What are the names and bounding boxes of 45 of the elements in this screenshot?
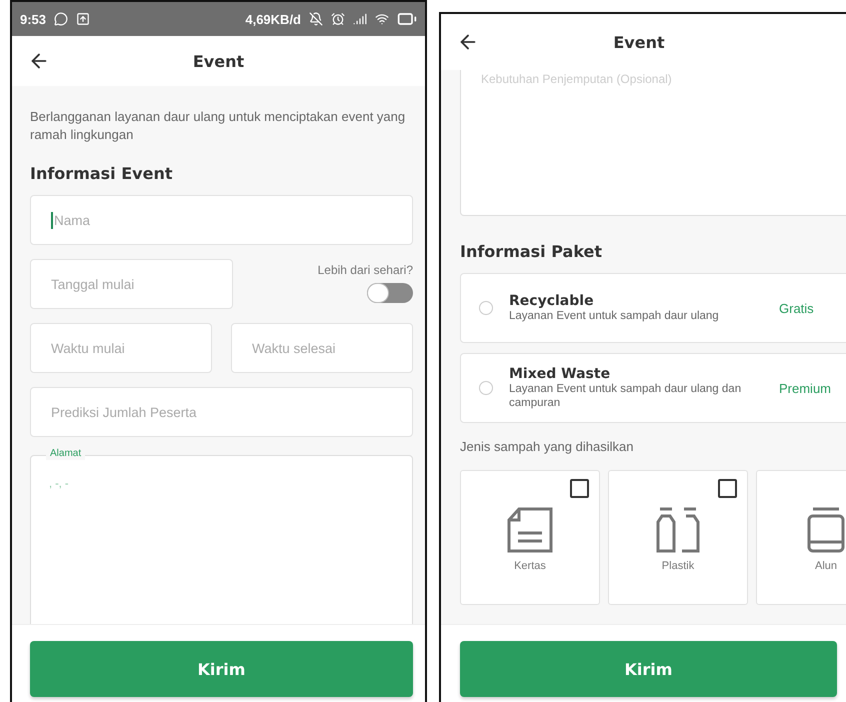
waste-tile[interactable]: Plastik [608,470,748,605]
waste-tile[interactable]: Alun [756,470,846,605]
checkbox[interactable] [718,479,737,498]
document-icon [505,506,555,554]
alarm-icon [331,12,345,26]
wifi-icon [375,12,389,26]
signal-icon [353,12,367,26]
page-title: Event [613,32,665,52]
upload-icon [76,12,90,26]
package-option[interactable]: Recyclable Layanan Event untuk sampah daur ulang Gratis [460,273,846,343]
address-field[interactable]: , -, - [30,455,413,624]
radio-button[interactable] [479,301,493,315]
package-option[interactable]: Mixed Waste Layanan Event untuk sampah daur ulang dan campuran Premium [460,353,846,423]
start-date-field[interactable]: Tanggal mulai [30,259,233,309]
checkbox[interactable] [570,479,589,498]
end-time-field[interactable]: Waktu selesai [231,323,413,373]
address-value: , -, - [49,478,69,490]
radio-button[interactable] [479,381,493,395]
waste-type-label: Plastik [662,560,694,572]
package-price: Gratis [779,300,814,316]
waste-tile[interactable]: Kertas [460,470,600,605]
package-name: Mixed Waste [509,366,612,382]
chat-icon [54,12,68,26]
name-field[interactable]: Nama [30,195,413,245]
page-title: Event [192,52,244,70]
submit-button[interactable]: Kirim [30,641,413,697]
participants-field[interactable]: Prediksi Jumlah Peserta [30,387,413,437]
package-price: Premium [779,380,832,396]
section-title: Informasi Event [30,164,174,183]
package-description: Layanan Event untuk sampah daur ulang dan campuran [509,382,742,410]
toggle-switch[interactable] [367,283,413,303]
network-speed: 4,69KB/d [245,12,301,26]
status-time: 9:53 [20,12,46,26]
section-title: Informasi Paket [460,242,604,261]
submit-button[interactable]: Kirim [460,641,837,697]
address-label: Alamat [46,448,86,460]
bell-off-icon [309,12,323,26]
waste-type-label: Kertas [514,560,546,572]
package-description: Layanan Event untuk sampah daur ulang [509,309,720,323]
waste-label: Jenis sampah yang dihasilkan [460,439,634,454]
intro-text: Berlangganan layanan daur ulang untuk menciptakan event yang ramah lingkungan [30,108,406,144]
waste-type-label: Alun [814,560,838,572]
toggle-label: Lebih dari sehari? [318,263,413,277]
package-name: Recyclable [509,293,595,309]
start-time-field[interactable]: Waktu mulai [30,323,212,373]
